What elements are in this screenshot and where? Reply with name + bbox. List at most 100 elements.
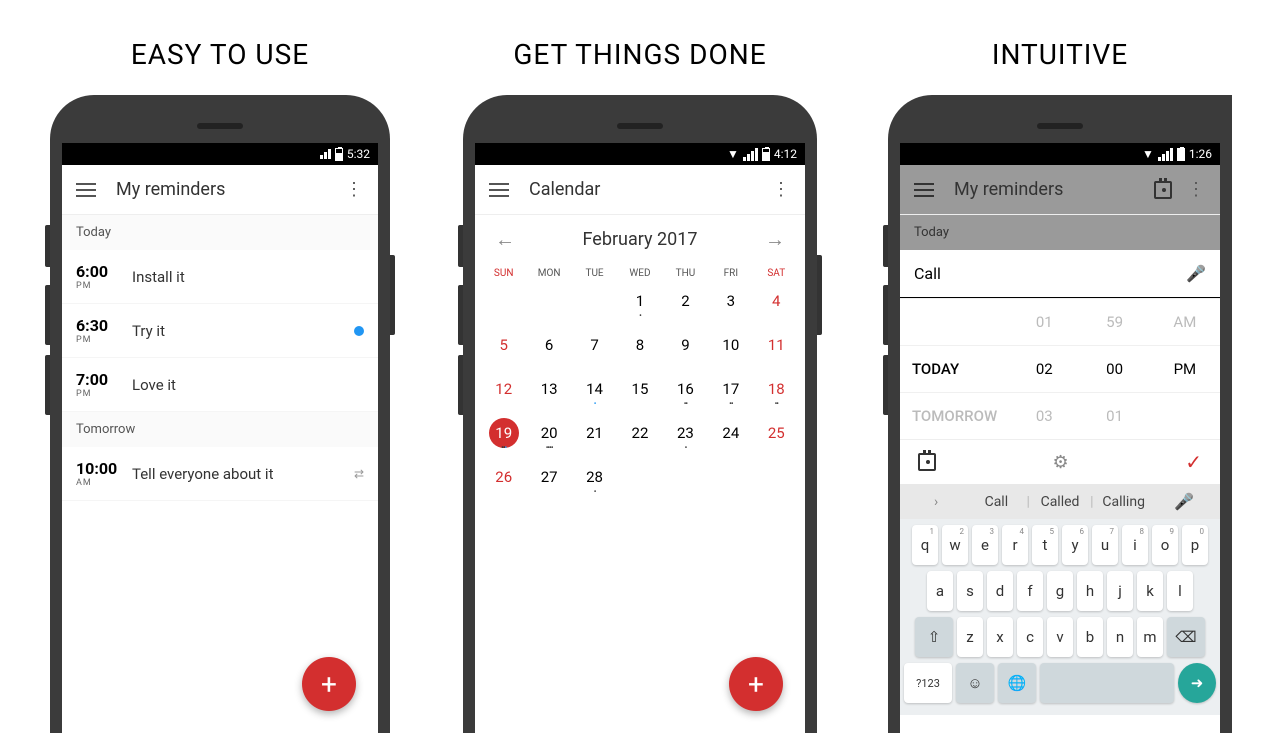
key[interactable]: m [1137,617,1163,657]
mic-icon[interactable]: 🎤 [1186,264,1206,283]
picker-cell[interactable]: 59 [1079,298,1149,345]
picker-cell[interactable]: 01 [1079,392,1149,439]
key[interactable]: h [1077,571,1103,611]
key[interactable]: l [1167,571,1193,611]
key[interactable]: s [957,571,983,611]
calendar-day[interactable]: 18 •• [754,371,799,415]
calendar-day[interactable]: 15 [617,371,662,415]
shift-key[interactable]: ⇧ [915,617,953,657]
picker-cell[interactable]: 00 [1079,345,1149,392]
calendar-day[interactable] [572,283,617,327]
suggestion[interactable]: Calling [1094,494,1154,510]
picker-cell[interactable]: 03 [1009,392,1079,439]
picker-cell[interactable]: PM [1150,345,1220,392]
key[interactable]: b [1077,617,1103,657]
calendar-day[interactable]: 27 [526,459,571,503]
calendar-day[interactable]: 2 [663,283,708,327]
key[interactable]: n [1107,617,1133,657]
calendar-day[interactable]: 4 [754,283,799,327]
overflow-icon[interactable]: ⋮ [344,179,364,200]
calendar-day[interactable]: 23 • [663,415,708,459]
calendar-day[interactable]: 6 [526,327,571,371]
reminder-item[interactable]: 10:00AM Tell everyone about it ⇄ [62,447,378,501]
calendar-day[interactable]: 9 [663,327,708,371]
calendar-day[interactable]: 10 [708,327,753,371]
space-key[interactable] [1040,663,1174,703]
key[interactable]: w2 [942,525,968,565]
time-picker[interactable]: 0159AMTODAY0200PMTOMORROW0301 [900,298,1220,439]
key[interactable]: x [987,617,1013,657]
picker-cell[interactable]: 01 [1009,298,1079,345]
calendar-day[interactable]: 20 •••• [526,415,571,459]
date-icon[interactable] [918,453,936,471]
calendar-day[interactable]: 5 [481,327,526,371]
menu-icon[interactable] [914,183,934,197]
calendar-day[interactable]: 25 [754,415,799,459]
key[interactable]: k [1137,571,1163,611]
menu-icon[interactable] [489,183,509,197]
calendar-day[interactable] [708,459,753,503]
calendar-day[interactable]: 3 [708,283,753,327]
key[interactable]: e3 [972,525,998,565]
backspace-key[interactable]: ⌫ [1167,617,1205,657]
picker-cell[interactable]: AM [1150,298,1220,345]
calendar-day[interactable] [754,459,799,503]
add-button[interactable]: + [729,657,783,711]
suggestion[interactable]: Called [1030,494,1090,510]
key[interactable]: a [927,571,953,611]
suggestion[interactable]: Call [966,494,1026,510]
key[interactable]: v [1047,617,1073,657]
key[interactable]: y6 [1062,525,1088,565]
settings-icon[interactable]: ⚙ [1053,452,1069,473]
picker-cell[interactable]: 02 [1009,345,1079,392]
calendar-day[interactable] [481,283,526,327]
calendar-day[interactable]: 7 [572,327,617,371]
add-button[interactable]: + [302,657,356,711]
key[interactable]: f [1017,571,1043,611]
calendar-day[interactable]: 22 [617,415,662,459]
key[interactable]: j [1107,571,1133,611]
key[interactable]: u7 [1092,525,1118,565]
calendar-day[interactable] [526,283,571,327]
key[interactable]: d [987,571,1013,611]
reminder-input[interactable] [914,258,1186,289]
key[interactable]: c [1017,617,1043,657]
picker-cell[interactable] [900,298,1009,345]
enter-key[interactable]: ➜ [1178,663,1216,703]
calendar-day[interactable]: 14 • [572,371,617,415]
calendar-day[interactable]: 16 •• [663,371,708,415]
confirm-icon[interactable]: ✓ [1185,450,1202,474]
key[interactable]: o9 [1152,525,1178,565]
reminder-item[interactable]: 6:00PM Install it [62,250,378,304]
key[interactable]: t5 [1032,525,1058,565]
key[interactable]: g [1047,571,1073,611]
reminder-item[interactable]: 6:30PM Try it [62,304,378,358]
picker-cell[interactable]: TOMORROW [900,392,1009,439]
key[interactable]: z [957,617,983,657]
reminder-item[interactable]: 7:00PM Love it [62,358,378,412]
next-month-icon[interactable]: → [765,227,785,252]
chevron-right-icon[interactable]: › [906,494,966,510]
key[interactable]: p0 [1182,525,1208,565]
overflow-icon[interactable]: ⋮ [771,179,791,200]
calendar-day[interactable]: 12 [481,371,526,415]
menu-icon[interactable] [76,183,96,197]
picker-cell[interactable]: TODAY [900,345,1009,392]
calendar-day[interactable]: 26 [481,459,526,503]
calendar-day[interactable]: 21 [572,415,617,459]
key[interactable]: i8 [1122,525,1148,565]
calendar-day[interactable] [663,459,708,503]
picker-cell[interactable] [1150,392,1220,439]
calendar-day[interactable]: 19 ••• [481,415,526,459]
calendar-icon[interactable] [1154,181,1172,199]
calendar-day[interactable]: 1 • [617,283,662,327]
calendar-day[interactable] [617,459,662,503]
key[interactable]: q1 [912,525,938,565]
globe-key[interactable]: 🌐 [998,663,1036,703]
calendar-day[interactable]: 17 •• [708,371,753,415]
calendar-day[interactable]: 13 [526,371,571,415]
key[interactable]: r4 [1002,525,1028,565]
overflow-icon[interactable]: ⋮ [1186,179,1206,200]
calendar-day[interactable]: 24 [708,415,753,459]
symbols-key[interactable]: ?123 [904,663,952,703]
